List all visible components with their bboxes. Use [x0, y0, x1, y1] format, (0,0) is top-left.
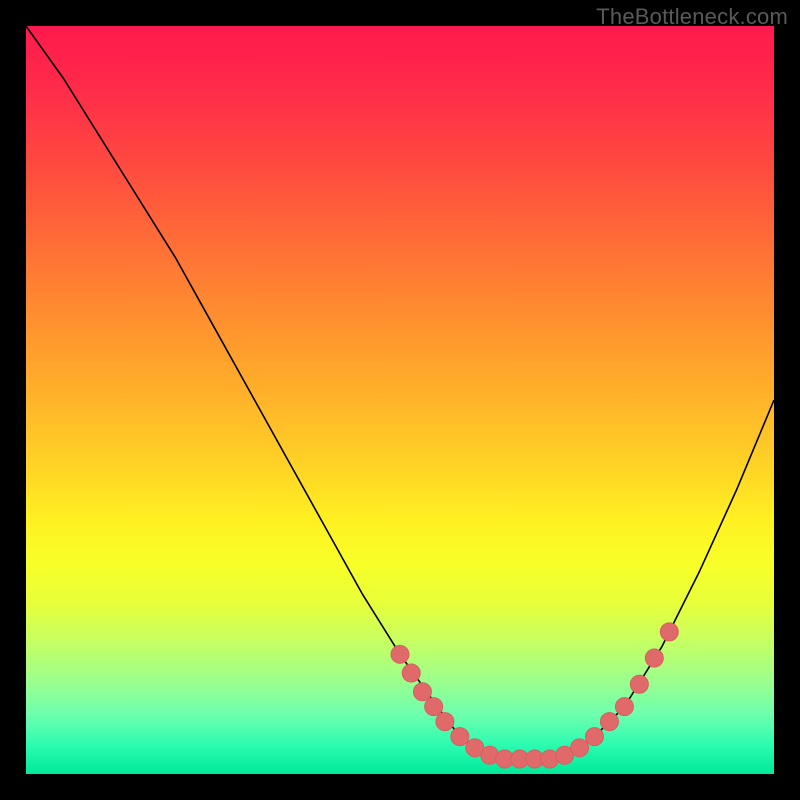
curve-marker [585, 728, 603, 746]
curve-marker [436, 713, 454, 731]
curve-markers [391, 623, 678, 768]
curve-marker [645, 649, 663, 667]
curve-marker [402, 664, 420, 682]
curve-marker [413, 683, 431, 701]
curve-marker [615, 698, 633, 716]
curve-marker [630, 675, 648, 693]
chart-frame: TheBottleneck.com [0, 0, 800, 800]
chart-svg [26, 26, 774, 774]
curve-marker [600, 713, 618, 731]
curve-marker [660, 623, 678, 641]
curve-marker [391, 645, 409, 663]
curve-marker [425, 698, 443, 716]
curve-marker [571, 739, 589, 757]
plot-area [26, 26, 774, 774]
watermark-text: TheBottleneck.com [596, 4, 788, 30]
curve-marker [451, 728, 469, 746]
